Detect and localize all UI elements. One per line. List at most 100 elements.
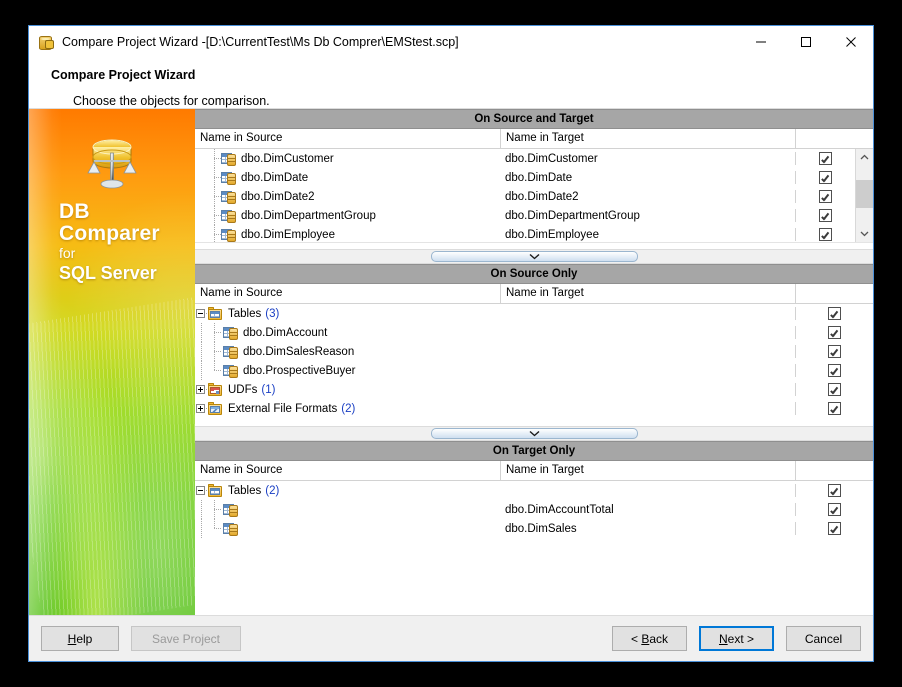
scrollbar-track-1[interactable] <box>856 166 873 225</box>
vertical-scrollbar-1[interactable] <box>855 149 873 242</box>
wizard-header: Compare Project Wizard Choose the object… <box>29 58 873 108</box>
cell-include-checkbox[interactable] <box>795 345 873 358</box>
rows-wrap-2: Tables (3) dbo.DimAccount dbo.DimSalesReaso… <box>195 304 873 426</box>
folder-external-file-formats-icon <box>208 401 224 417</box>
include-checkbox[interactable] <box>827 522 841 535</box>
collapse-node-icon[interactable] <box>195 481 210 500</box>
rows-wrap-1: dbo.DimCustomer dbo.DimCustomer dbo.DimDat… <box>195 149 873 242</box>
include-checkbox[interactable] <box>827 345 841 358</box>
cell-include-checkbox[interactable] <box>795 484 873 497</box>
table-row[interactable]: dbo.DimDate2 dbo.DimDate2 <box>195 187 855 206</box>
include-checkbox[interactable] <box>818 228 832 241</box>
cell-include-checkbox[interactable] <box>795 402 873 415</box>
cell-include-checkbox[interactable] <box>795 209 855 222</box>
folder-udfs-icon <box>208 382 224 398</box>
include-checkbox[interactable] <box>818 171 832 184</box>
column-header-target-3[interactable]: Name in Target <box>500 461 795 480</box>
cell-include-checkbox[interactable] <box>795 190 855 203</box>
cell-include-checkbox[interactable] <box>795 383 873 396</box>
column-header-target-2[interactable]: Name in Target <box>500 284 795 303</box>
table-row[interactable]: External File Formats (2) <box>195 399 873 418</box>
wizard-footer: Help Save Project < Back Next > Cancel <box>29 615 873 661</box>
include-checkbox[interactable] <box>827 402 841 415</box>
cell-include-checkbox[interactable] <box>795 364 873 377</box>
table-row[interactable]: Tables (3) <box>195 304 873 323</box>
tree-indent <box>195 500 208 519</box>
table-row[interactable]: Tables (2) <box>195 481 873 500</box>
column-header-source-1[interactable]: Name in Source <box>195 129 500 148</box>
column-header-source-3[interactable]: Name in Source <box>195 461 500 480</box>
cell-include-checkbox[interactable] <box>795 307 873 320</box>
include-checkbox[interactable] <box>818 209 832 222</box>
cell-name-in-source: dbo.DimAccount <box>195 323 500 342</box>
splitter-2[interactable] <box>195 426 873 441</box>
maximize-icon[interactable] <box>783 26 828 58</box>
collapse-node-icon[interactable] <box>195 304 210 323</box>
row-list-2: Tables (3) dbo.DimAccount dbo.DimSalesReaso… <box>195 304 873 426</box>
cell-include-checkbox[interactable] <box>795 152 855 165</box>
scrollbar-thumb-1[interactable] <box>856 180 873 208</box>
expand-node-icon[interactable] <box>195 399 210 418</box>
source-name-label: dbo.DimSalesReason <box>243 345 355 358</box>
wizard-body: DB Comparer for SQL Server On Source and… <box>29 108 873 615</box>
horizontal-scrollbar-1[interactable] <box>195 242 873 249</box>
pane-header-source-only: On Source Only <box>195 264 873 284</box>
title-bar: Compare Project Wizard -[D:\CurrentTest\… <box>29 26 873 58</box>
grid-header-3: Name in Source Name in Target <box>195 461 873 481</box>
table-row[interactable]: dbo.DimCustomer dbo.DimCustomer <box>195 149 855 168</box>
help-button[interactable]: Help <box>41 626 119 651</box>
cell-name-in-source <box>195 500 500 519</box>
column-header-check-2[interactable] <box>795 284 873 303</box>
column-separator <box>795 402 796 415</box>
scroll-up-icon[interactable] <box>856 149 873 166</box>
splitter-collapse-chevron-down-icon[interactable] <box>430 251 638 262</box>
splitter-1[interactable] <box>195 249 873 264</box>
table-row[interactable]: dbo.DimDepartmentGroup dbo.DimDepartmentG… <box>195 206 855 225</box>
table-row[interactable]: dbo.DimDate dbo.DimDate <box>195 168 855 187</box>
include-checkbox[interactable] <box>818 152 832 165</box>
window-title: Compare Project Wizard -[D:\CurrentTest\… <box>62 35 459 49</box>
table-row[interactable]: UDFs (1) <box>195 380 873 399</box>
back-button[interactable]: < Back <box>612 626 687 651</box>
cancel-button[interactable]: Cancel <box>786 626 861 651</box>
table-row[interactable]: dbo.DimSales <box>195 519 873 538</box>
splitter-collapse-chevron-down-icon-2[interactable] <box>430 428 638 439</box>
brand-line-3: for <box>59 245 76 261</box>
table-icon <box>221 170 237 186</box>
cell-include-checkbox[interactable] <box>795 228 855 241</box>
include-checkbox[interactable] <box>827 364 841 377</box>
close-icon[interactable] <box>828 26 873 58</box>
save-project-button[interactable]: Save Project <box>131 626 241 651</box>
next-button[interactable]: Next > <box>699 626 774 651</box>
app-database-icon <box>38 34 54 50</box>
minimize-icon[interactable] <box>738 26 783 58</box>
include-checkbox[interactable] <box>827 484 841 497</box>
cell-include-checkbox[interactable] <box>795 326 873 339</box>
table-icon <box>221 189 237 205</box>
window-controls <box>738 26 873 58</box>
column-header-target-1[interactable]: Name in Target <box>500 129 795 148</box>
cell-name-in-target: dbo.DimAccountTotal <box>505 503 614 516</box>
include-checkbox[interactable] <box>818 190 832 203</box>
table-row[interactable]: dbo.DimAccountTotal <box>195 500 873 519</box>
table-row[interactable]: dbo.ProspectiveBuyer <box>195 361 873 380</box>
column-header-check-1[interactable] <box>795 129 873 148</box>
include-checkbox[interactable] <box>827 503 841 516</box>
expand-node-icon[interactable] <box>195 380 210 399</box>
table-row[interactable]: dbo.DimAccount <box>195 323 873 342</box>
include-checkbox[interactable] <box>827 326 841 339</box>
cell-include-checkbox[interactable] <box>795 522 873 535</box>
scroll-down-icon[interactable] <box>856 225 873 242</box>
include-checkbox[interactable] <box>827 383 841 396</box>
column-separator <box>795 364 796 377</box>
table-row[interactable]: dbo.DimSalesReason <box>195 342 873 361</box>
tree-elbow <box>208 149 221 168</box>
cell-include-checkbox[interactable] <box>795 171 855 184</box>
column-header-check-3[interactable] <box>795 461 873 480</box>
column-header-source-2[interactable]: Name in Source <box>195 284 500 303</box>
cell-name-in-source: dbo.DimDate <box>195 168 500 187</box>
include-checkbox[interactable] <box>827 307 841 320</box>
table-row[interactable]: dbo.DimEmployee dbo.DimEmployee <box>195 225 855 242</box>
cell-include-checkbox[interactable] <box>795 503 873 516</box>
tree-indent <box>195 342 208 361</box>
